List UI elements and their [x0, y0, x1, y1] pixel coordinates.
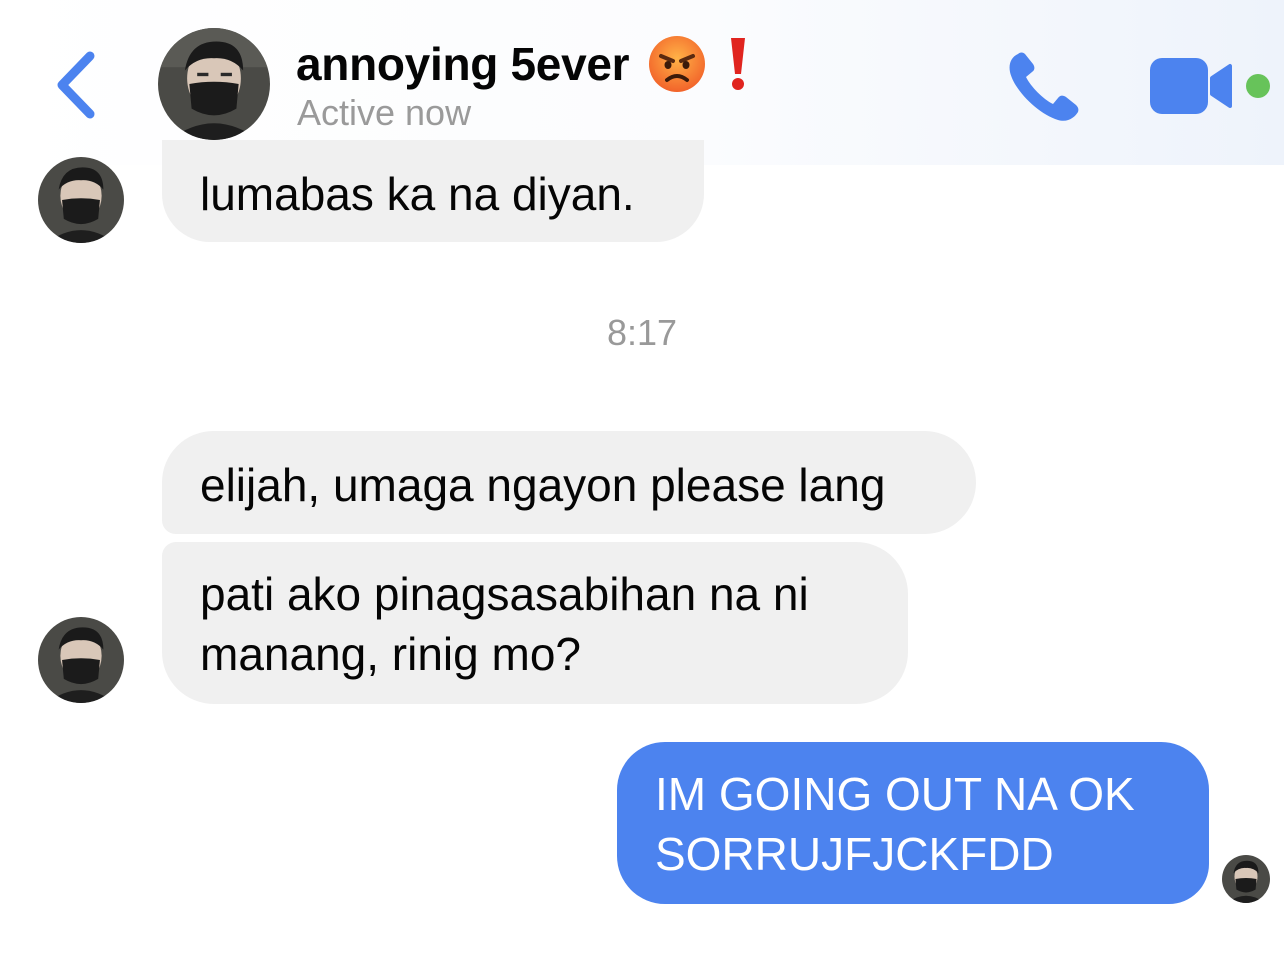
message-text-line: pati ako pinagsasabihan na ni — [200, 568, 809, 620]
message-text: elijah, umaga ngayon please lang — [200, 459, 886, 511]
video-call-icon[interactable] — [1150, 56, 1236, 116]
message-bubble-incoming[interactable]: elijah, umaga ngayon please lang — [162, 431, 976, 534]
sender-avatar[interactable] — [38, 617, 124, 703]
message-text: lumabas ka na diyan. — [200, 168, 635, 220]
message-bubble-incoming[interactable]: pati ako pinagsasabihan na ni manang, ri… — [162, 542, 908, 704]
message-text-line: IM GOING OUT NA OK — [655, 768, 1135, 820]
contact-name: annoying 5ever — [296, 38, 630, 90]
back-chevron-icon[interactable] — [52, 48, 102, 122]
phone-call-icon[interactable] — [1004, 46, 1084, 126]
sender-avatar[interactable] — [38, 157, 124, 243]
message-timestamp: 8:17 — [606, 312, 678, 353]
online-indicator — [1246, 74, 1270, 98]
angry-face-icon — [649, 36, 706, 92]
message-text-line: SORRUJFJCKFDD — [655, 828, 1054, 880]
contact-name-row[interactable]: annoying 5ever — [296, 34, 749, 94]
message-bubble-incoming[interactable]: lumabas ka na diyan. — [162, 140, 704, 242]
contact-avatar[interactable] — [158, 28, 270, 140]
message-bubble-outgoing[interactable]: IM GOING OUT NA OK SORRUJFJCKFDD — [617, 742, 1209, 904]
active-status: Active now — [297, 92, 472, 133]
red-exclamation-icon — [731, 38, 746, 90]
seen-receipt-avatar — [1222, 855, 1270, 903]
message-text-line: manang, rinig mo? — [200, 628, 581, 680]
